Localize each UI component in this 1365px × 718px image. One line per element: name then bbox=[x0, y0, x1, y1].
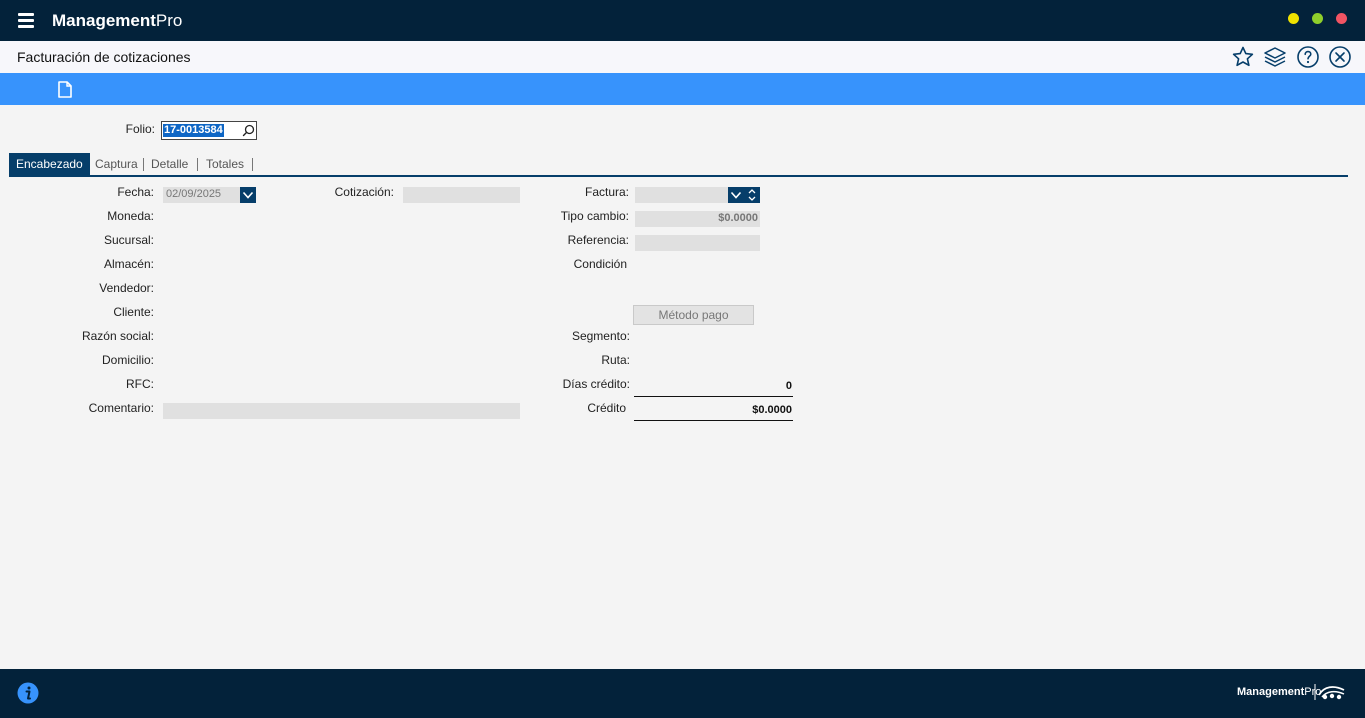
factura-stepper[interactable] bbox=[744, 187, 760, 203]
comentario-label: Comentario: bbox=[88, 401, 154, 415]
cotizacion-label: Cotización: bbox=[334, 185, 394, 199]
minimize-button[interactable] bbox=[1288, 13, 1299, 24]
dias-credito-underline bbox=[634, 396, 793, 397]
help-icon[interactable] bbox=[1296, 45, 1320, 69]
sucursal-label: Sucursal: bbox=[103, 233, 154, 247]
metodo-pago-button[interactable]: Método pago bbox=[633, 305, 754, 325]
tipo-cambio-field[interactable]: $0.0000 bbox=[635, 211, 760, 227]
folio-label: Folio: bbox=[125, 122, 155, 136]
comentario-field[interactable] bbox=[163, 403, 520, 419]
fecha-label: Fecha: bbox=[117, 185, 154, 199]
dias-credito-label: Días crédito: bbox=[562, 377, 630, 391]
app-footer: ManagementPro bbox=[0, 669, 1365, 718]
layers-icon[interactable] bbox=[1263, 45, 1287, 69]
tipo-cambio-label: Tipo cambio: bbox=[560, 209, 629, 223]
factura-field[interactable] bbox=[635, 187, 728, 203]
factura-label: Factura: bbox=[584, 185, 629, 199]
vendedor-label: Vendedor: bbox=[99, 281, 154, 295]
close-window-button[interactable] bbox=[1336, 13, 1347, 24]
tab-totales[interactable]: Totales bbox=[206, 153, 244, 176]
credito-value: $0.0000 bbox=[752, 404, 792, 416]
rfc-label: RFC: bbox=[126, 377, 154, 391]
folio-value: 17-0013584 bbox=[163, 124, 224, 137]
info-icon[interactable] bbox=[17, 682, 39, 704]
up-down-icon bbox=[748, 189, 756, 201]
tab-separator bbox=[143, 158, 144, 171]
moneda-label: Moneda: bbox=[107, 209, 154, 223]
new-document-icon[interactable] bbox=[57, 81, 73, 98]
razon-social-label: Razón social: bbox=[81, 329, 154, 343]
close-icon[interactable] bbox=[1328, 45, 1352, 69]
fecha-value: 02/09/2025 bbox=[166, 188, 222, 200]
chevron-down-icon bbox=[730, 191, 742, 199]
fecha-field[interactable]: 02/09/2025 bbox=[163, 187, 240, 203]
page-title: Facturación de cotizaciones bbox=[17, 49, 191, 65]
cliente-label: Cliente: bbox=[113, 305, 154, 319]
condicion-label: Condición bbox=[573, 257, 627, 271]
menu-icon[interactable] bbox=[18, 13, 34, 28]
tab-separator bbox=[197, 158, 198, 171]
folio-input[interactable]: 17-0013584 bbox=[161, 121, 257, 140]
fecha-dropdown-button[interactable] bbox=[240, 187, 256, 203]
app-titlebar: ManagementPro bbox=[0, 0, 1365, 41]
referencia-field[interactable] bbox=[635, 235, 760, 251]
search-icon[interactable] bbox=[242, 124, 255, 137]
tab-captura[interactable]: Captura bbox=[95, 153, 138, 176]
toolbar bbox=[0, 73, 1365, 105]
segmento-label: Segmento: bbox=[571, 329, 630, 343]
referencia-label: Referencia: bbox=[567, 233, 629, 247]
chevron-down-icon bbox=[242, 191, 254, 199]
almacen-label: Almacén: bbox=[103, 257, 154, 271]
app-brand: ManagementPro bbox=[52, 11, 183, 30]
star-icon[interactable] bbox=[1231, 45, 1255, 69]
footer-brand: ManagementPro bbox=[1237, 686, 1322, 698]
tab-separator bbox=[252, 158, 253, 171]
dias-credito-value: 0 bbox=[785, 380, 792, 392]
ruta-label: Ruta: bbox=[601, 353, 630, 367]
tab-underline bbox=[9, 175, 1348, 177]
domicilio-label: Domicilio: bbox=[101, 353, 154, 367]
cotizacion-field[interactable] bbox=[403, 187, 520, 203]
credito-label: Crédito bbox=[587, 401, 626, 415]
tipo-cambio-value: $0.0000 bbox=[718, 212, 758, 224]
maximize-button[interactable] bbox=[1312, 13, 1323, 24]
factura-dropdown-button[interactable] bbox=[728, 187, 744, 203]
tab-detalle[interactable]: Detalle bbox=[151, 153, 188, 176]
logo-icon bbox=[1314, 684, 1345, 700]
credito-underline bbox=[634, 420, 793, 421]
tab-encabezado[interactable]: Encabezado bbox=[9, 153, 90, 176]
page-header: Facturación de cotizaciones bbox=[0, 41, 1365, 74]
